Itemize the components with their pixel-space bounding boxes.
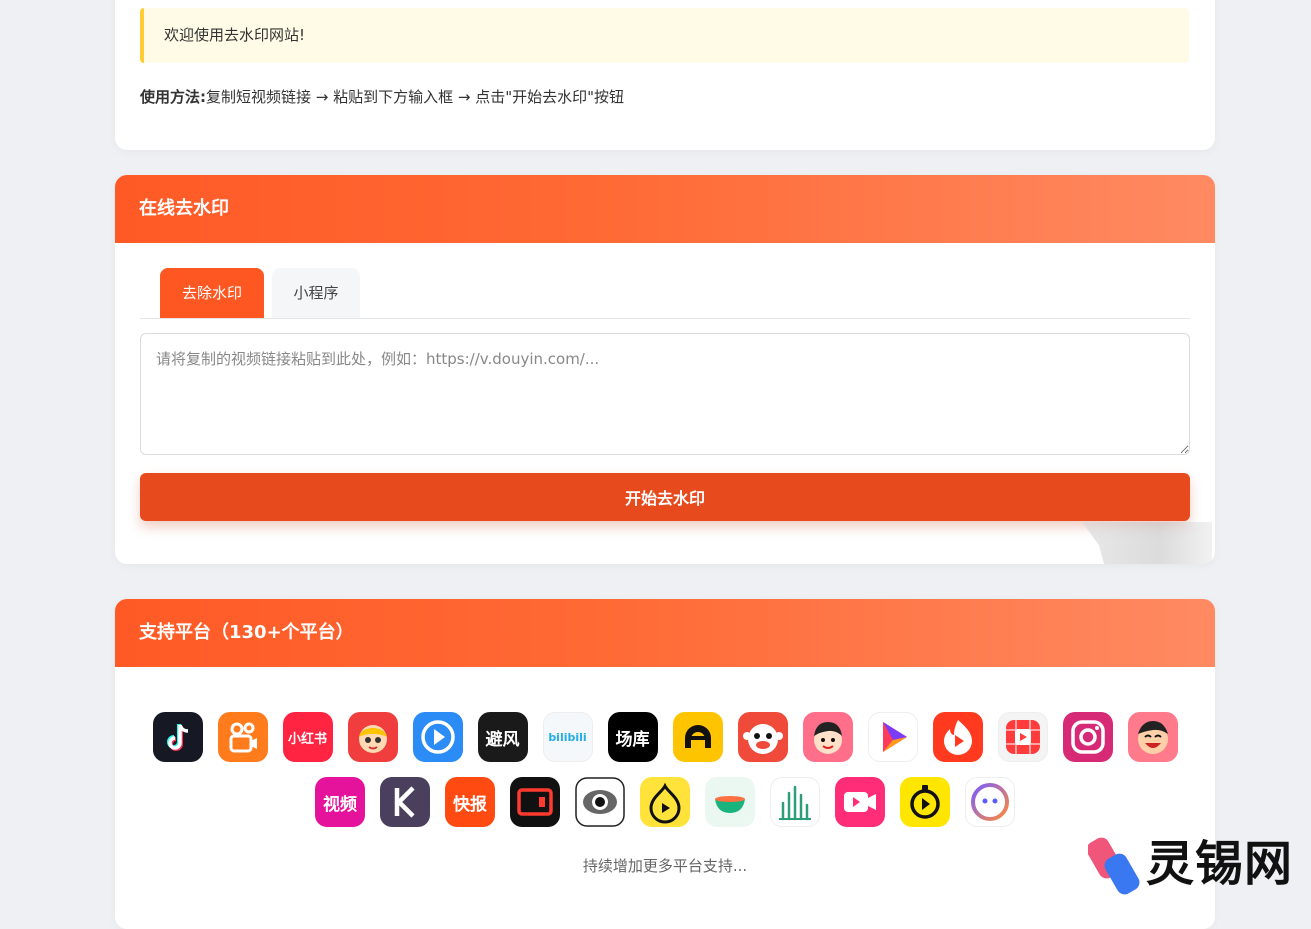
- platform-icon-label: 小红书: [287, 731, 327, 747]
- instagram-icon: [1062, 712, 1113, 762]
- platforms-card: 支持平台（130+个平台） 小红书 避风 bilibili 场库 视频 快报 持续增加更…: [115, 599, 1215, 929]
- stopwatch-icon-glyph: [910, 785, 940, 819]
- yellow-arch-icon-glyph: [684, 725, 711, 748]
- changku-icon: 场库: [607, 712, 658, 762]
- monkey-icon: [737, 712, 788, 762]
- tab-mini-program[interactable]: 小程序: [272, 268, 360, 318]
- grid-play-icon-glyph: [1005, 720, 1040, 754]
- bilibili-icon: bilibili: [542, 712, 593, 762]
- douyin-icon-glyph: [166, 724, 188, 751]
- monkey-icon-glyph: [742, 724, 783, 754]
- tool-card-title: 在线去水印: [115, 175, 1215, 243]
- platform-icon-label: 场库: [615, 729, 650, 750]
- video-url-input[interactable]: [140, 333, 1190, 455]
- platform-icon-label: 视频: [323, 794, 357, 815]
- eye-icon-glyph: [575, 777, 625, 827]
- platform-icon-label: 快报: [453, 794, 487, 815]
- start-remove-watermark-button[interactable]: 开始去水印: [140, 473, 1190, 521]
- stopwatch-icon: [900, 777, 950, 827]
- bifeng-icon: 避风: [477, 712, 528, 762]
- red-frame-icon-glyph: [517, 788, 553, 816]
- triangle-play-icon: [867, 712, 918, 762]
- bamboo-icon: [770, 777, 820, 827]
- kuaibao-icon: 快报: [445, 777, 495, 827]
- platform-icons: 小红书 避风 bilibili 场库 视频 快报: [115, 712, 1215, 842]
- cartoon-face-icon: [802, 712, 853, 762]
- shipin-icon: 视频: [315, 777, 365, 827]
- blue-play-icon-glyph: [420, 720, 455, 754]
- green-bowl-icon-glyph: [715, 796, 745, 813]
- douyin-icon: [152, 712, 203, 762]
- platform-icon-row: 视频 快报: [115, 777, 1215, 827]
- pear-play-icon-glyph: [649, 782, 681, 824]
- red-frame-icon: [510, 777, 560, 827]
- welcome-card: 欢迎使用去水印网站! 使用方法:复制短视频链接 → 粘贴到下方输入框 → 点击"…: [115, 0, 1215, 150]
- tab-remove-watermark[interactable]: 去除水印: [160, 268, 264, 318]
- logo-mark-icon: [1086, 837, 1140, 895]
- triangle-play-icon-glyph: [882, 722, 907, 752]
- platforms-card-title: 支持平台（130+个平台）: [115, 599, 1215, 667]
- blue-play-icon: [412, 712, 463, 762]
- site-watermark-logo: 灵锡网: [1086, 832, 1298, 896]
- k-letter-icon: [380, 777, 430, 827]
- platform-icon-label: 避风: [485, 729, 520, 750]
- xiaohongshu-icon: 小红书: [282, 712, 333, 762]
- flame-play-icon: [932, 712, 983, 762]
- k-letter-icon-glyph: [394, 786, 415, 818]
- kuaishou-icon: [217, 712, 268, 762]
- camera-play-icon: [835, 777, 885, 827]
- flame-play-icon-glyph: [943, 720, 972, 755]
- kuaishou-icon-glyph: [229, 722, 257, 753]
- laughing-face-icon: [1127, 712, 1178, 762]
- usage-text: 复制短视频链接 → 粘贴到下方输入框 → 点击"开始去水印"按钮: [206, 88, 625, 106]
- tool-tabs: 去除水印 小程序: [140, 268, 1190, 319]
- laughing-face-icon-glyph: [1137, 721, 1168, 754]
- camera-play-icon-glyph: [844, 792, 876, 812]
- platform-icon-label: bilibili: [548, 730, 587, 744]
- watermark-tool-card: 在线去水印 去除水印 小程序 开始去水印: [115, 175, 1215, 564]
- usage-label: 使用方法:: [140, 88, 206, 106]
- more-platforms-text: 持续增加更多平台支持...: [582, 857, 748, 875]
- chat-bubble-icon: [965, 777, 1015, 827]
- green-bowl-icon: [705, 777, 755, 827]
- manga-girl-icon: [347, 712, 398, 762]
- welcome-notice: 欢迎使用去水印网站!: [140, 8, 1189, 63]
- pear-play-icon: [640, 777, 690, 827]
- watermark-text: 灵锡网: [1146, 836, 1294, 892]
- bamboo-icon-glyph: [779, 785, 811, 821]
- usage-instructions: 使用方法:复制短视频链接 → 粘贴到下方输入框 → 点击"开始去水印"按钮: [140, 86, 624, 107]
- eye-icon: [575, 777, 625, 827]
- manga-girl-icon-glyph: [358, 725, 387, 753]
- cartoon-face-icon-glyph: [813, 722, 842, 754]
- instagram-icon-glyph: [1070, 720, 1105, 754]
- chat-bubble-icon-glyph: [971, 783, 1009, 821]
- grid-play-icon: [997, 712, 1048, 762]
- yellow-arch-icon: [672, 712, 723, 762]
- platform-icon-row: 小红书 避风 bilibili 场库: [115, 712, 1215, 762]
